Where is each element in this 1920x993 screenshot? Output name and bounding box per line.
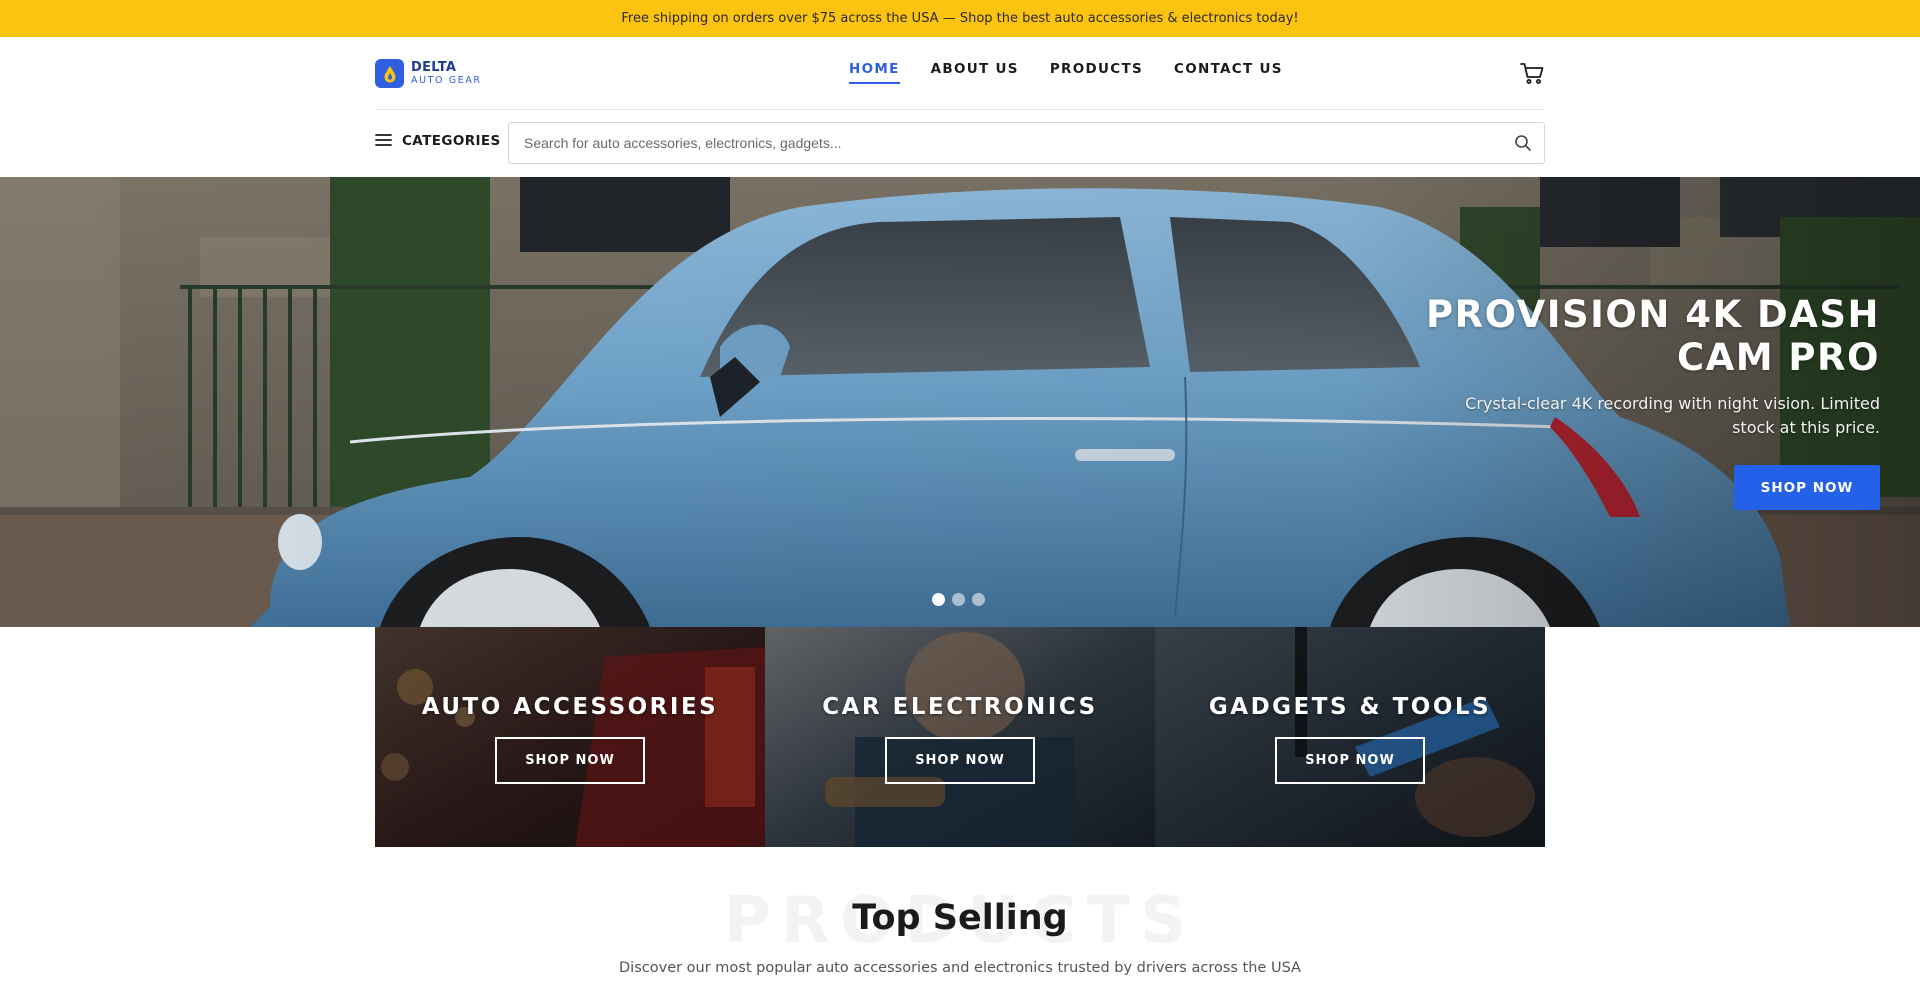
cart-icon[interactable] <box>1519 61 1545 85</box>
category-shop-now-button[interactable]: SHOP NOW <box>1275 737 1425 784</box>
slider-dot-2[interactable] <box>952 593 965 606</box>
announcement-bar: Free shipping on orders over $75 across … <box>0 0 1920 37</box>
nav-contact-us[interactable]: CONTACT US <box>1174 61 1283 84</box>
hero-shop-now-button[interactable]: SHOP NOW <box>1734 465 1880 510</box>
section-subtitle: Discover our most popular auto accessori… <box>619 960 1301 976</box>
search-bar-row: CATEGORIES <box>375 120 1545 165</box>
hamburger-icon <box>375 132 392 151</box>
category-shop-now-button[interactable]: SHOP NOW <box>885 737 1035 784</box>
site-header: DELTA AUTO GEAR HOME ABOUT US PRODUCTS C… <box>375 37 1545 110</box>
brand-logo[interactable]: DELTA AUTO GEAR <box>375 59 482 88</box>
slider-dot-1[interactable] <box>932 593 945 606</box>
nav-products[interactable]: PRODUCTS <box>1050 61 1143 84</box>
nav-home[interactable]: HOME <box>849 61 900 84</box>
categories-menu-button[interactable]: CATEGORIES <box>375 120 501 162</box>
category-tiles: AUTO ACCESSORIES SHOP NOW CAR ELECTRONIC… <box>375 627 1545 847</box>
search-icon[interactable] <box>1514 134 1532 152</box>
category-tile-car-electronics[interactable]: CAR ELECTRONICS SHOP NOW <box>765 627 1155 847</box>
categories-label: CATEGORIES <box>402 133 501 149</box>
announcement-text: Free shipping on orders over $75 across … <box>621 11 1299 26</box>
hero-title: PROVISION 4K DASH CAM PRO <box>1426 293 1880 379</box>
brand-tagline: AUTO GEAR <box>411 75 482 87</box>
search-input[interactable] <box>509 123 1499 163</box>
category-title: AUTO ACCESSORIES <box>421 694 719 720</box>
category-title: CAR ELECTRONICS <box>822 694 1098 720</box>
category-tile-gadgets-tools[interactable]: GADGETS & TOOLS SHOP NOW <box>1155 627 1545 847</box>
slider-dot-3[interactable] <box>972 593 985 606</box>
category-title: GADGETS & TOOLS <box>1208 694 1492 720</box>
section-title: Top Selling <box>852 898 1068 938</box>
category-tile-auto-accessories[interactable]: AUTO ACCESSORIES SHOP NOW <box>375 627 765 847</box>
brand-name: DELTA <box>411 59 457 75</box>
droplet-flame-icon <box>375 59 404 88</box>
category-shop-now-button[interactable]: SHOP NOW <box>495 737 645 784</box>
slider-dots <box>932 593 985 606</box>
hero-description: Crystal-clear 4K recording with night vi… <box>1465 394 1880 437</box>
main-nav: HOME ABOUT US PRODUCTS CONTACT US <box>849 61 1283 84</box>
search-box <box>508 122 1545 164</box>
hero-slider: PROVISION 4K DASH CAM PRO Crystal-clear … <box>0 177 1920 627</box>
nav-about-us[interactable]: ABOUT US <box>931 61 1019 84</box>
